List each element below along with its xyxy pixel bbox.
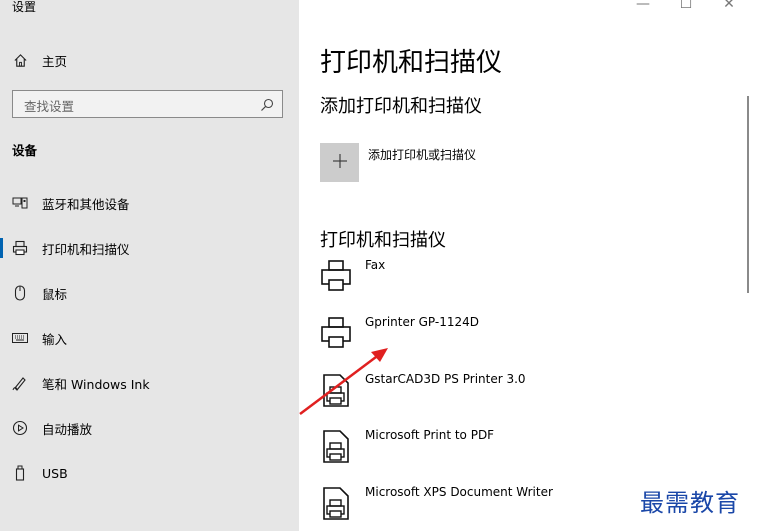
printer-name: Microsoft Print to PDF [365, 428, 495, 442]
document-printer-icon [320, 372, 356, 408]
page-title: 打印机和扫描仪 [320, 48, 503, 78]
printers-section-title: 打印机和扫描仪 [320, 230, 446, 251]
sidebar-item-usb[interactable]: USB [0, 453, 299, 493]
close-button[interactable]: ✕ [717, 0, 741, 12]
minimize-button[interactable]: — [631, 0, 655, 12]
printer-name: Fax [365, 258, 386, 272]
document-printer-icon [320, 428, 356, 464]
usb-icon [12, 465, 28, 481]
keyboard-icon [12, 330, 28, 346]
pen-icon [12, 375, 28, 391]
home-icon [12, 52, 28, 68]
document-printer-icon [320, 485, 356, 521]
search-icon[interactable] [260, 97, 274, 111]
add-printer-button[interactable] [320, 143, 359, 182]
mouse-icon [12, 285, 28, 301]
sidebar-item-bluetooth[interactable]: 蓝牙和其他设备 [0, 183, 299, 223]
bluetooth-devices-icon [12, 195, 28, 211]
sidebar-item-label: 主页 [42, 53, 68, 69]
plus-icon [332, 153, 348, 173]
sidebar-item-pen[interactable]: 笔和 Windows Ink [0, 363, 299, 403]
add-printer-label[interactable]: 添加打印机或扫描仪 [368, 146, 476, 163]
section-title: 设备 [12, 143, 38, 158]
sidebar-item-typing[interactable]: 输入 [0, 318, 299, 358]
watermark-text: 最需教育 [640, 489, 740, 517]
sidebar-item-label: 蓝牙和其他设备 [42, 196, 130, 212]
scrollbar[interactable] [747, 96, 749, 293]
printer-name: GstarCAD3D PS Printer 3.0 [365, 372, 526, 386]
sidebar-item-autoplay[interactable]: 自动播放 [0, 408, 299, 448]
sidebar-item-label: USB [42, 465, 68, 481]
search-input[interactable]: 查找设置 [12, 90, 283, 118]
maximize-button[interactable]: ☐ [674, 0, 698, 12]
printer-item-ms-pdf[interactable]: Microsoft Print to PDF [320, 428, 740, 476]
add-section-title: 添加打印机和扫描仪 [320, 96, 482, 117]
fax-printer-icon [320, 258, 356, 294]
sidebar-item-label: 输入 [42, 331, 68, 347]
sidebar: 设置 主页 查找设置 设备 蓝牙和其他设备 打印机和扫描仪 鼠标 输入 笔和 W… [0, 0, 299, 531]
printer-icon [320, 315, 356, 351]
sidebar-item-printers[interactable]: 打印机和扫描仪 [0, 228, 299, 268]
sidebar-item-home[interactable]: 主页 [0, 40, 299, 80]
autoplay-icon [12, 420, 28, 436]
window-title: 设置 [12, 0, 37, 14]
printer-icon [12, 240, 28, 256]
sidebar-item-label: 自动播放 [42, 421, 93, 437]
sidebar-item-label: 鼠标 [42, 286, 68, 302]
printer-item-gstarcad[interactable]: GstarCAD3D PS Printer 3.0 [320, 372, 740, 420]
sidebar-item-mouse[interactable]: 鼠标 [0, 273, 299, 313]
printer-name: Gprinter GP-1124D [365, 315, 480, 329]
printer-item-gprinter[interactable]: Gprinter GP-1124D [320, 315, 740, 363]
sidebar-item-label: 笔和 Windows Ink [42, 376, 150, 392]
main-content: — ☐ ✕ 打印机和扫描仪 添加打印机和扫描仪 添加打印机或扫描仪 打印机和扫描… [299, 0, 761, 531]
sidebar-item-label: 打印机和扫描仪 [42, 241, 130, 257]
printer-name: Microsoft XPS Document Writer [365, 485, 553, 499]
printer-item-fax[interactable]: Fax [320, 258, 740, 306]
search-placeholder: 查找设置 [24, 99, 75, 114]
